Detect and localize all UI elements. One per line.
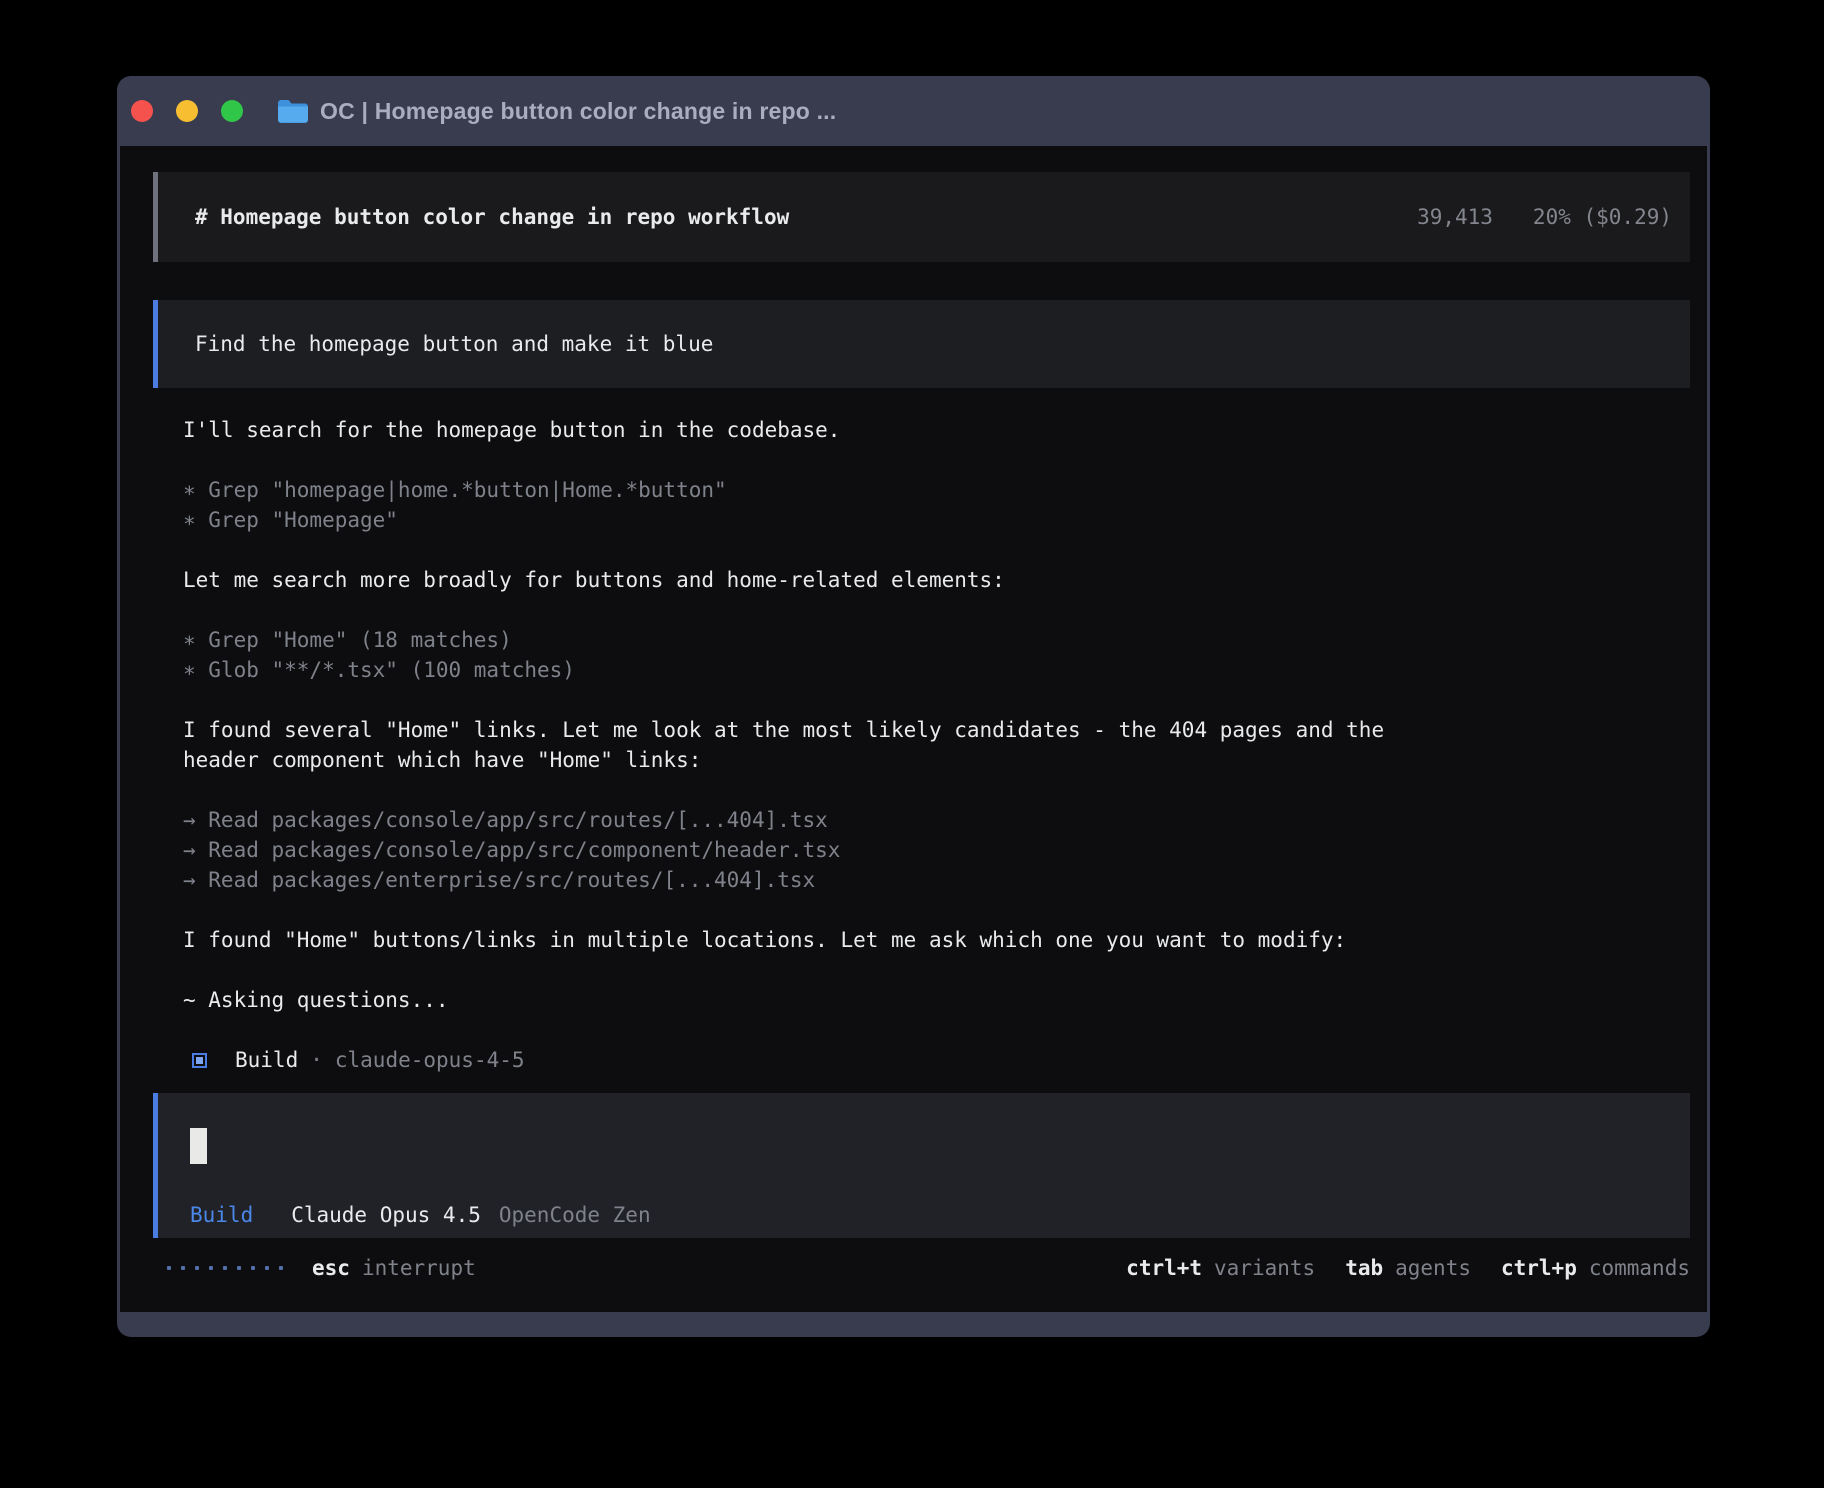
model-id: claude-opus-4-5	[335, 1045, 525, 1075]
spinner-dots-icon	[167, 1266, 283, 1270]
hint-agents: tab agents	[1345, 1253, 1471, 1283]
ctrl-t-key: ctrl+t	[1126, 1253, 1202, 1283]
user-message-text: Find the homepage button and make it blu…	[195, 329, 713, 359]
esc-key-action: interrupt	[362, 1253, 476, 1283]
window-title: OC | Homepage button color change in rep…	[320, 98, 836, 125]
folder-icon	[278, 99, 308, 123]
tab-key: tab	[1345, 1253, 1383, 1283]
context-usage: 20% ($0.29)	[1533, 202, 1672, 232]
session-header: # Homepage button color change in repo w…	[153, 172, 1690, 262]
provider-name: OpenCode Zen	[499, 1200, 651, 1230]
maximize-button[interactable]	[221, 100, 243, 122]
tool-call-list: → Read packages/console/app/src/routes/[…	[183, 805, 1690, 895]
terminal-content: # Homepage button color change in repo w…	[120, 146, 1707, 1312]
prompt-input[interactable]: Build Claude Opus 4.5 OpenCode Zen	[153, 1093, 1690, 1238]
tool-call-list: ∗ Grep "Home" (18 matches) ∗ Glob "**/*.…	[183, 625, 1690, 685]
status-bar: esc interrupt ctrl+t variants tab agents…	[153, 1253, 1690, 1283]
assistant-message: I'll search for the homepage button in t…	[183, 415, 1690, 445]
status-bar-right: ctrl+t variants tab agents ctrl+p comman…	[1126, 1253, 1690, 1283]
hint-commands: ctrl+p commands	[1501, 1253, 1690, 1283]
separator-dot: ·	[310, 1045, 323, 1075]
assistant-status-text: ~ Asking questions...	[183, 985, 1690, 1015]
assistant-message: I found several "Home" links. Let me loo…	[183, 715, 1690, 775]
model-name[interactable]: Claude Opus 4.5	[291, 1200, 481, 1230]
session-title: # Homepage button color change in repo w…	[195, 202, 789, 232]
agents-label: agents	[1395, 1253, 1471, 1283]
window-titlebar[interactable]: OC | Homepage button color change in rep…	[117, 76, 1710, 146]
session-stats: 39,413 20% ($0.29)	[1417, 202, 1672, 232]
hint-variants: ctrl+t variants	[1126, 1253, 1315, 1283]
variants-label: variants	[1214, 1253, 1315, 1283]
agent-name: Build	[235, 1045, 298, 1075]
assistant-message: I found "Home" buttons/links in multiple…	[183, 925, 1690, 955]
user-message: Find the homepage button and make it blu…	[153, 300, 1690, 388]
ctrl-p-key: ctrl+p	[1501, 1253, 1577, 1283]
window-controls	[131, 100, 243, 122]
text-cursor	[190, 1128, 207, 1164]
input-status-line: Build Claude Opus 4.5 OpenCode Zen	[190, 1200, 1690, 1230]
close-button[interactable]	[131, 100, 153, 122]
terminal-window: OC | Homepage button color change in rep…	[117, 76, 1710, 1337]
minimize-button[interactable]	[176, 100, 198, 122]
agent-mode-label[interactable]: Build	[190, 1200, 253, 1230]
esc-key-hint: esc	[312, 1253, 350, 1283]
commands-label: commands	[1589, 1253, 1690, 1283]
conversation: I'll search for the homepage button in t…	[183, 415, 1690, 1075]
token-count: 39,413	[1417, 202, 1493, 232]
tool-call-list: ∗ Grep "homepage|home.*button|Home.*butt…	[183, 475, 1690, 535]
agent-status-line: Build · claude-opus-4-5	[183, 1045, 1690, 1075]
assistant-message: Let me search more broadly for buttons a…	[183, 565, 1690, 595]
agent-icon	[192, 1053, 207, 1068]
status-bar-left: esc interrupt	[153, 1253, 476, 1283]
